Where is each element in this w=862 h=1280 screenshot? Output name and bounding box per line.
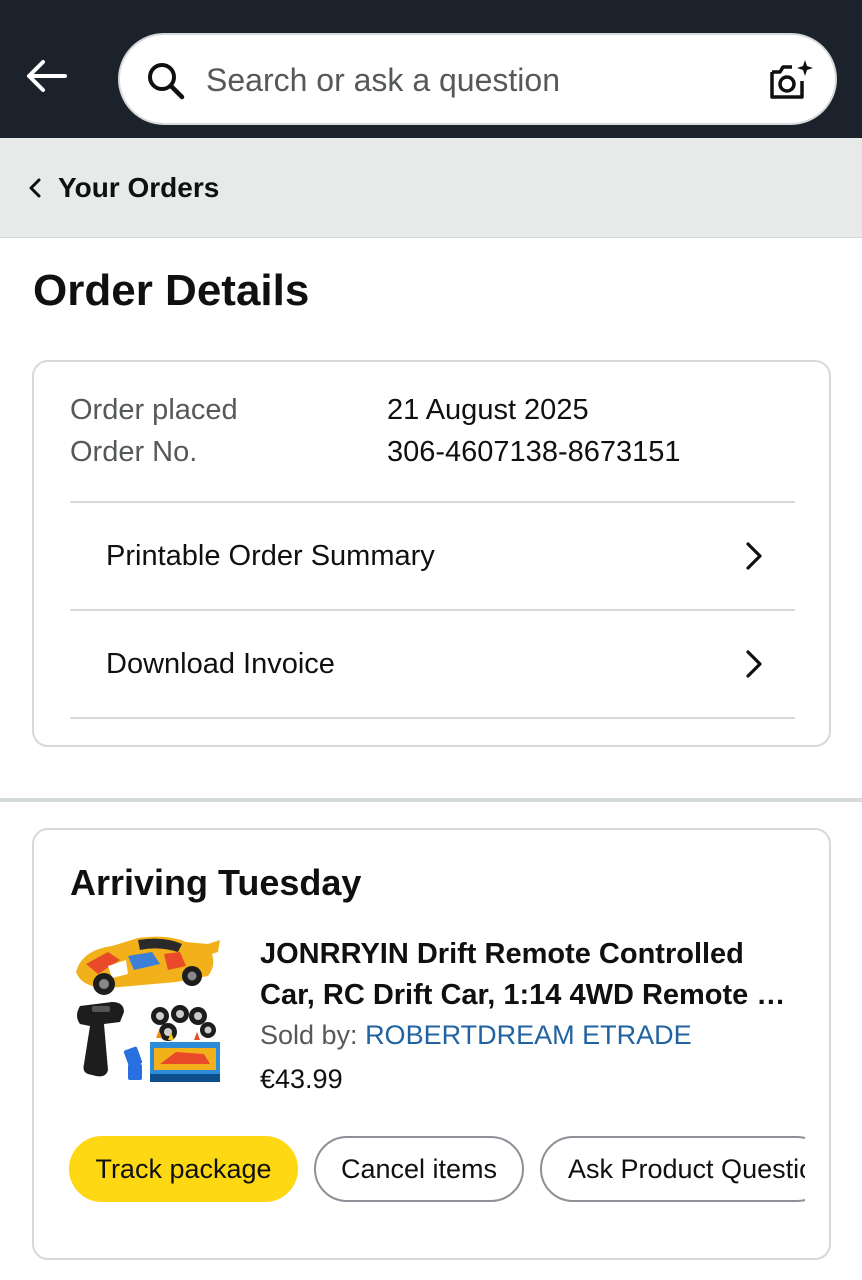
printable-order-summary-label: Printable Order Summary: [106, 539, 435, 572]
product-price: €43.99: [260, 1064, 343, 1094]
top-bar: [0, 0, 862, 138]
sold-by: Sold by: ROBERTDREAM ETRADE: [260, 1020, 692, 1051]
order-number-label: Order No.: [70, 436, 198, 468]
divider: [70, 717, 795, 719]
sold-by-label: Sold by:: [260, 1020, 366, 1050]
chevron-right-icon: [746, 650, 762, 678]
product-image[interactable]: [68, 930, 224, 1088]
ask-product-question-button[interactable]: Ask Product Question: [540, 1136, 805, 1202]
product-title-line-2: Car, RC Drift Car, 1:14 4WD Remote Contr…: [260, 979, 800, 1011]
product-title-link[interactable]: JONRRYIN Drift Remote Controlled Car, RC…: [260, 934, 800, 1016]
download-invoice-link[interactable]: Download Invoice: [70, 611, 795, 717]
breadcrumb-label: Your Orders: [58, 172, 220, 203]
shipment-card: Arriving Tuesday JONRRYIN Drift Remote C…: [32, 828, 831, 1260]
order-placed-value: 21 August 2025: [387, 394, 589, 426]
arrow-left-icon: [27, 60, 67, 92]
cancel-items-button[interactable]: Cancel items: [314, 1136, 524, 1202]
product-title-line-1: JONRRYIN Drift Remote Controlled: [260, 938, 744, 970]
back-button[interactable]: [22, 54, 70, 98]
search-icon[interactable]: [146, 61, 186, 101]
chevron-left-icon: [29, 178, 41, 198]
track-package-button[interactable]: Track package: [69, 1136, 298, 1202]
order-info-card: Order placed 21 August 2025 Order No. 30…: [32, 360, 831, 747]
section-separator: [0, 798, 862, 802]
seller-link[interactable]: ROBERTDREAM ETRADE: [365, 1020, 692, 1050]
chevron-right-icon: [746, 542, 762, 570]
camera-sparkle-icon[interactable]: [766, 57, 814, 105]
download-invoice-label: Download Invoice: [106, 647, 335, 680]
breadcrumb-bar: Your Orders: [0, 138, 862, 238]
breadcrumb-your-orders[interactable]: Your Orders: [26, 168, 219, 208]
printable-order-summary-link[interactable]: Printable Order Summary: [70, 503, 795, 609]
search-bar[interactable]: [118, 33, 837, 125]
action-buttons: Track package Cancel items Ask Product Q…: [69, 1136, 805, 1204]
order-placed-label: Order placed: [70, 394, 238, 426]
delivery-status: Arriving Tuesday: [70, 862, 362, 903]
search-input[interactable]: [206, 53, 736, 107]
page-title: Order Details: [33, 266, 310, 315]
order-number-value: 306-4607138-8673151: [387, 436, 681, 468]
